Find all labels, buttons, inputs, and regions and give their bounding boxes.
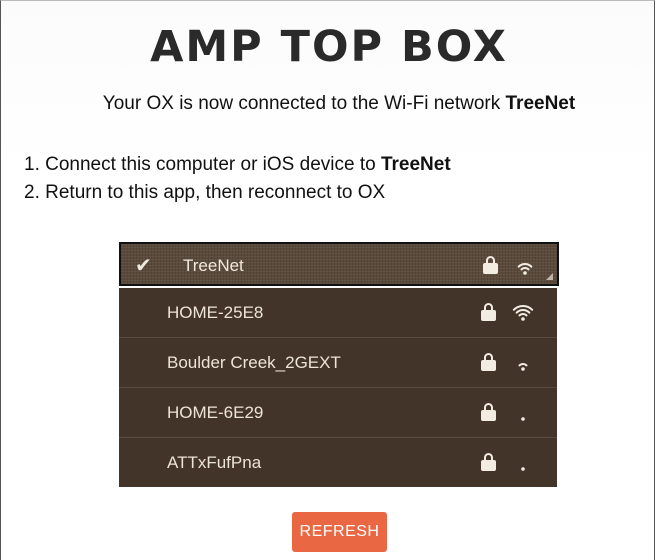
wifi-icon xyxy=(511,302,535,327)
wifi-icon xyxy=(511,352,535,377)
lock-icon xyxy=(481,303,496,321)
network-dropdown[interactable]: ✔ TreeNet HOME-25E8 Boulder Creek_2GEXT … xyxy=(119,242,559,487)
network-name: HOME-25E8 xyxy=(167,303,264,322)
step-2: 2. Return to this app, then reconnect to… xyxy=(24,179,451,207)
connection-status: Your OX is now connected to the Wi-Fi ne… xyxy=(0,93,658,115)
step-1: 1. Connect this computer or iOS device t… xyxy=(24,151,451,179)
network-name: HOME-6E29 xyxy=(167,403,264,422)
instructions: 1. Connect this computer or iOS device t… xyxy=(24,151,451,207)
network-name: Boulder Creek_2GEXT xyxy=(167,353,341,372)
step-1-text: 1. Connect this computer or iOS device t… xyxy=(24,154,381,175)
lock-icon xyxy=(481,403,496,421)
connected-network-name: TreeNet xyxy=(505,93,576,114)
wifi-icon xyxy=(511,452,535,477)
lock-icon xyxy=(481,353,496,371)
selected-network-name: TreeNet xyxy=(183,256,244,275)
selected-network[interactable]: ✔ TreeNet xyxy=(119,242,559,286)
network-option[interactable]: HOME-6E29 xyxy=(119,388,557,438)
resize-handle-icon xyxy=(546,273,553,280)
wifi-icon xyxy=(513,256,537,281)
connection-status-text: Your OX is now connected to the Wi-Fi ne… xyxy=(102,93,506,114)
lock-icon xyxy=(481,453,496,471)
network-name: ATTxFufPna xyxy=(167,453,262,472)
network-option[interactable]: HOME-25E8 xyxy=(119,288,557,338)
refresh-button[interactable]: REFRESH xyxy=(292,512,387,552)
step-2-text: 2. Return to this app, then reconnect to… xyxy=(24,182,386,203)
wifi-icon xyxy=(511,402,535,427)
lock-icon xyxy=(483,256,498,274)
network-list: HOME-25E8 Boulder Creek_2GEXT HOME-6E29 … xyxy=(119,288,557,487)
network-option[interactable]: ATTxFufPna xyxy=(119,438,557,487)
network-option[interactable]: Boulder Creek_2GEXT xyxy=(119,338,557,388)
check-icon: ✔ xyxy=(135,255,152,277)
step-1-network: TreeNet xyxy=(380,154,451,175)
page-title: AMP TOP BOX xyxy=(150,22,508,72)
